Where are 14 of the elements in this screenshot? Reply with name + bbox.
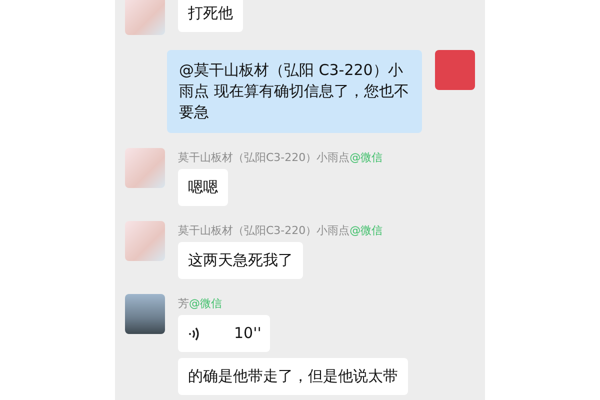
voice-message-bubble[interactable]: 10''	[178, 315, 270, 352]
voice-icon	[188, 326, 200, 342]
sender-name: 莫干山板材（弘阳C3-220）小雨点	[178, 151, 350, 164]
message-bubble: 的确是他带走了，但是他说太带	[178, 358, 408, 395]
message-bubble: 这两天急死我了	[178, 242, 303, 279]
sender-name: 芳	[178, 297, 189, 310]
sender-name: 莫干山板材（弘阳C3-220）小雨点	[178, 224, 350, 237]
sender-source: @微信	[189, 297, 222, 310]
message-bubble: 嗯嗯	[178, 169, 228, 206]
message-bubble: @莫干山板材（弘阳 C3-220）小雨点 现在算有确切信息了，您也不要急	[167, 50, 422, 133]
message-bubble: 打死他	[178, 0, 243, 32]
sender-source: @微信	[350, 224, 383, 237]
sender-source: @微信	[350, 151, 383, 164]
avatar-photo[interactable]	[125, 294, 165, 334]
